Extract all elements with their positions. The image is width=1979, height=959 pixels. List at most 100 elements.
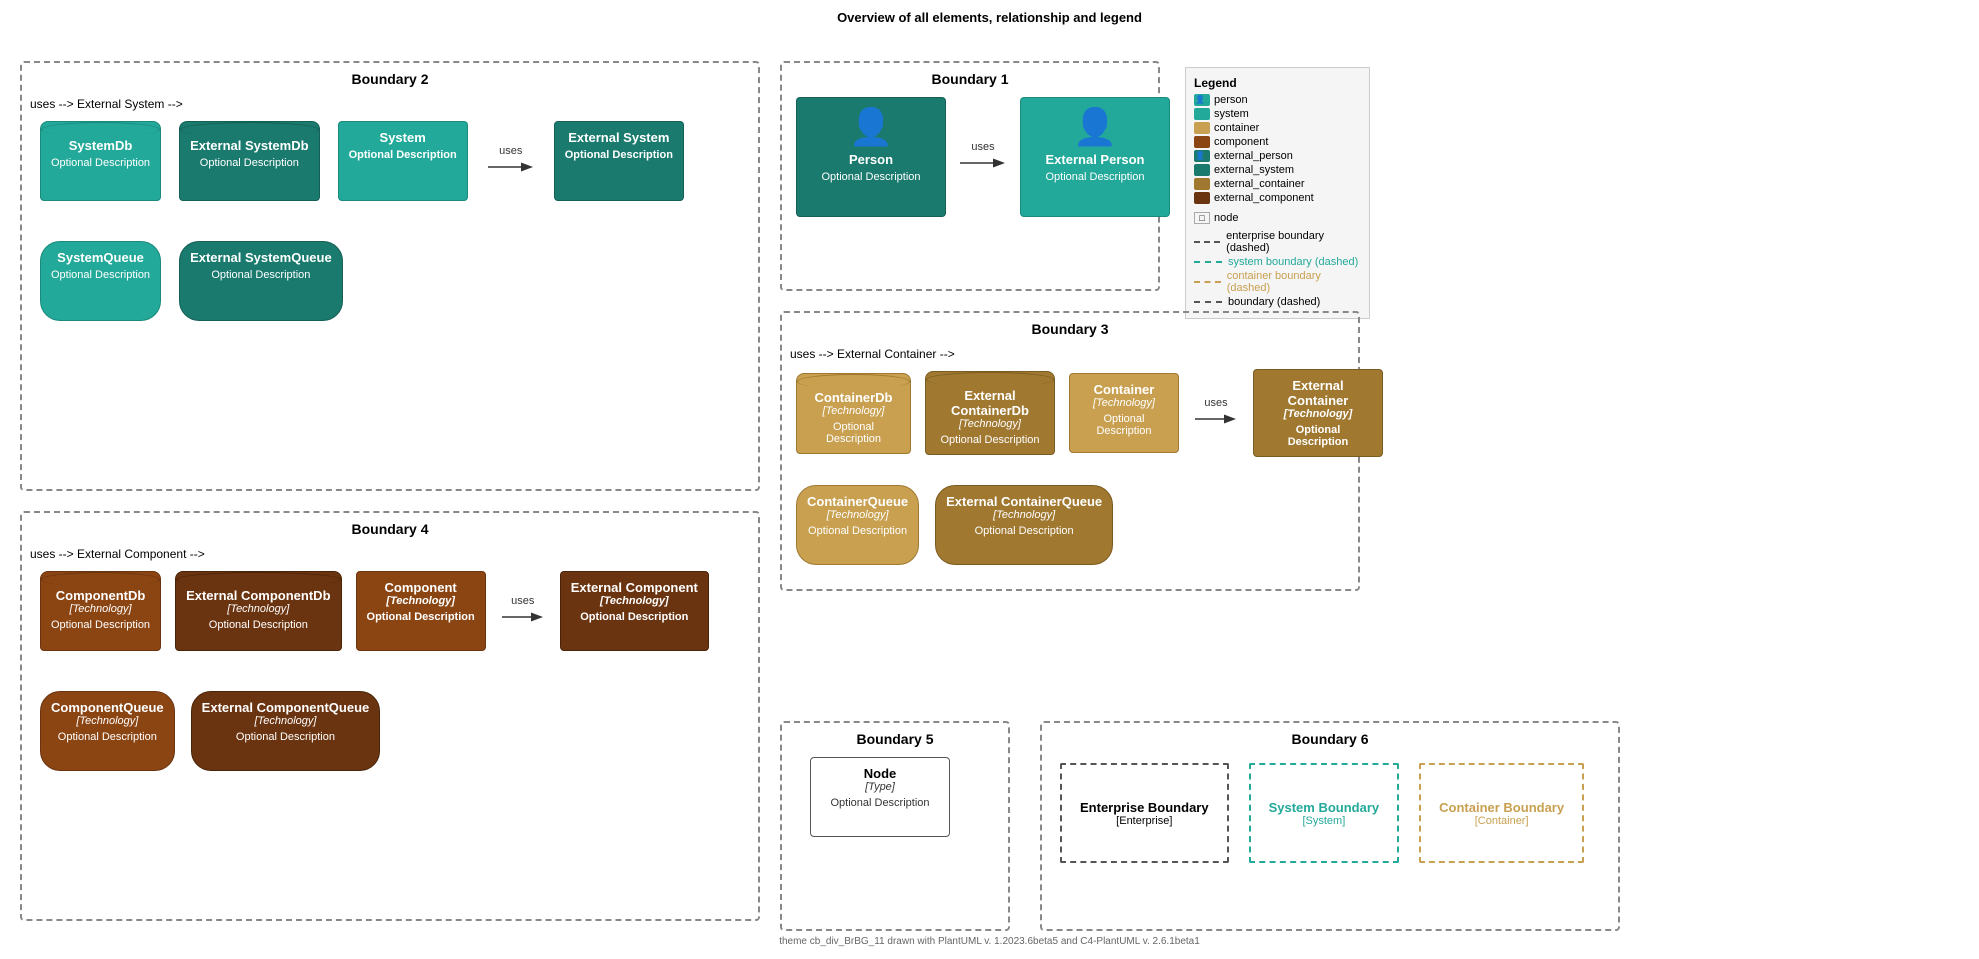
- legend-label-boundary: boundary (dashed): [1228, 296, 1320, 308]
- ext-container-title: External Container: [1264, 378, 1372, 408]
- component-queue-desc: Optional Description: [58, 731, 157, 743]
- legend-row-ext-person: 👤 external_person: [1194, 150, 1361, 162]
- page-title: Overview of all elements, relationship a…: [0, 0, 1979, 31]
- container-queue-title: ContainerQueue: [807, 494, 908, 509]
- container-tech: [Technology]: [1093, 397, 1155, 409]
- enterprise-boundary-label: Enterprise Boundary: [1080, 800, 1209, 815]
- ext-system-db-desc: Optional Description: [200, 157, 299, 169]
- node-tech: [Type]: [865, 781, 895, 793]
- system-boundary-sub: [System]: [1302, 815, 1345, 827]
- ext-component-tech: [Technology]: [600, 595, 669, 607]
- ext-component-card: External Component [Technology] Optional…: [560, 571, 709, 651]
- ext-container-queue-tech: [Technology]: [993, 509, 1055, 521]
- boundary-5: Boundary 5 Node [Type] Optional Descript…: [780, 721, 1010, 931]
- legend-label-container: container: [1214, 122, 1259, 134]
- legend-label-ext-system: external_system: [1214, 164, 1294, 176]
- ext-system-desc: Optional Description: [565, 149, 673, 161]
- legend-row-container-boundary: container boundary (dashed): [1194, 270, 1361, 294]
- container-desc: Optional Description: [1080, 413, 1168, 437]
- container-boundary: Container Boundary [Container]: [1419, 763, 1584, 863]
- component-queue-card: ComponentQueue [Technology] Optional Des…: [40, 691, 175, 771]
- boundary-5-label: Boundary 5: [790, 731, 1000, 747]
- arrow-svg-4: [500, 607, 546, 627]
- ext-container-db-desc: Optional Description: [940, 434, 1039, 446]
- ext-container-queue-card: External ContainerQueue [Technology] Opt…: [935, 485, 1113, 565]
- ext-component-desc: Optional Description: [580, 611, 688, 623]
- ext-container-db-title: External ContainerDb: [936, 388, 1044, 418]
- footer-text: theme cb_div_BrBG_11 drawn with PlantUML…: [779, 936, 1200, 947]
- arrow-svg-2: [958, 153, 1008, 173]
- ext-person-title: External Person: [1046, 152, 1145, 167]
- ext-container-db-tech: [Technology]: [959, 418, 1021, 430]
- enterprise-boundary-sub: [Enterprise]: [1116, 815, 1172, 827]
- ext-system-db-card: External SystemDb Optional Description: [179, 121, 320, 201]
- person-card: 👤 Person Optional Description: [796, 97, 946, 217]
- legend-swatch-ext-person: 👤: [1194, 150, 1210, 162]
- legend-row-ext-container: external_container: [1194, 178, 1361, 190]
- ext-system-queue-card: External SystemQueue Optional Descriptio…: [179, 241, 343, 321]
- component-queue-tech: [Technology]: [76, 715, 138, 727]
- legend-row-system: system: [1194, 108, 1361, 120]
- legend-row-boundary: boundary (dashed): [1194, 296, 1361, 308]
- system-card: System Optional Description: [338, 121, 468, 201]
- ext-component-db-tech: [Technology]: [227, 603, 289, 615]
- legend-title: Legend: [1194, 76, 1361, 90]
- container-db-desc: Optional Description: [807, 421, 900, 445]
- uses-label-1: uses: [499, 145, 522, 157]
- legend-swatch-ext-container: [1194, 178, 1210, 190]
- container-db-title: ContainerDb: [815, 390, 893, 405]
- legend-row-enterprise: enterprise boundary (dashed): [1194, 230, 1361, 254]
- legend-label-person: person: [1214, 94, 1248, 106]
- ext-component-queue-title: External ComponentQueue: [202, 700, 370, 715]
- system-db-card: SystemDb Optional Description: [40, 121, 161, 201]
- ext-system-card: External System Optional Description: [554, 121, 684, 201]
- arrow-svg-1: [486, 157, 536, 177]
- ext-container-tech: [Technology]: [1284, 408, 1353, 420]
- container-queue-desc: Optional Description: [808, 525, 907, 537]
- boundary-2-label: Boundary 2: [30, 71, 750, 87]
- legend-label-system-boundary: system boundary (dashed): [1228, 256, 1358, 268]
- container-db-tech: [Technology]: [823, 405, 885, 417]
- legend-swatch-component: [1194, 136, 1210, 148]
- container-queue-tech: [Technology]: [827, 509, 889, 521]
- ext-container-db-card: External ContainerDb [Technology] Option…: [925, 371, 1055, 455]
- system-queue-card: SystemQueue Optional Description: [40, 241, 161, 321]
- boundary-6-label: Boundary 6: [1050, 731, 1610, 747]
- component-desc: Optional Description: [367, 611, 475, 623]
- legend-label-ext-component: external_component: [1214, 192, 1314, 204]
- ext-container-card: External Container [Technology] Optional…: [1253, 369, 1383, 457]
- person-icon: 👤: [849, 106, 894, 148]
- ext-system-queue-desc: Optional Description: [211, 269, 310, 281]
- boundary-4-label: Boundary 4: [30, 521, 750, 537]
- legend-label-ext-person: external_person: [1214, 150, 1293, 162]
- boundary-6: Boundary 6 Enterprise Boundary [Enterpri…: [1040, 721, 1620, 931]
- container-db-card: ContainerDb [Technology] Optional Descri…: [796, 373, 911, 454]
- uses-label-3: uses: [1204, 397, 1227, 409]
- legend-line-enterprise: [1194, 241, 1220, 243]
- ext-component-title: External Component: [571, 580, 698, 595]
- legend-row-ext-component: external_component: [1194, 192, 1361, 204]
- person-desc: Optional Description: [821, 171, 920, 183]
- component-db-card: ComponentDb [Technology] Optional Descri…: [40, 571, 161, 651]
- ext-component-db-card: External ComponentDb [Technology] Option…: [175, 571, 341, 651]
- legend-label-node: node: [1214, 212, 1238, 224]
- system-db-desc: Optional Description: [51, 157, 150, 169]
- system-boundary: System Boundary [System]: [1249, 763, 1400, 863]
- legend-line-system-boundary: [1194, 261, 1222, 263]
- node-title: Node: [864, 766, 897, 781]
- system-db-title: SystemDb: [69, 138, 133, 153]
- boundary-4: Boundary 4 uses --> External Component -…: [20, 511, 760, 921]
- legend-icon-node: □: [1194, 212, 1210, 224]
- container-card: Container [Technology] Optional Descript…: [1069, 373, 1179, 453]
- legend-label-system: system: [1214, 108, 1249, 120]
- footer: theme cb_div_BrBG_11 drawn with PlantUML…: [0, 936, 1979, 947]
- ext-component-queue-card: External ComponentQueue [Technology] Opt…: [191, 691, 381, 771]
- diagram-area: Boundary 2 uses --> External System --> …: [0, 31, 1979, 951]
- ext-component-queue-tech: [Technology]: [254, 715, 316, 727]
- container-boundary-sub: [Container]: [1475, 815, 1529, 827]
- component-db-title: ComponentDb: [56, 588, 146, 603]
- ext-component-db-title: External ComponentDb: [186, 588, 330, 603]
- legend-row-container: container: [1194, 122, 1361, 134]
- legend-swatch-person: 👤: [1194, 94, 1210, 106]
- node-desc: Optional Description: [830, 797, 929, 809]
